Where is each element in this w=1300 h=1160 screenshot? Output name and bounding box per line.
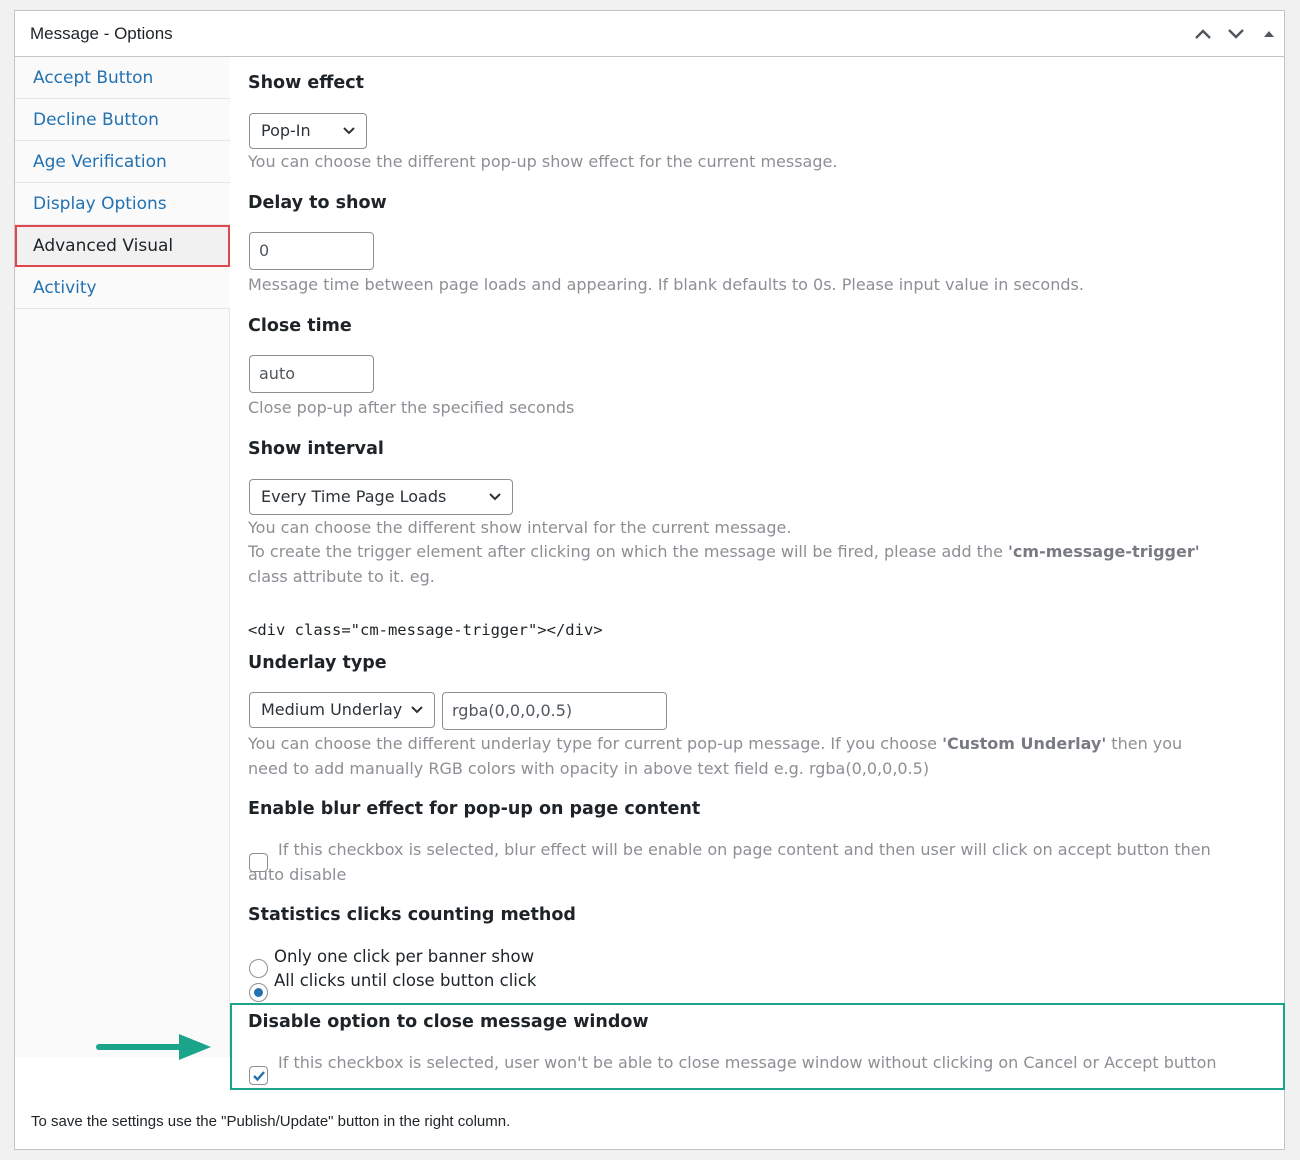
stats-option-label: All clicks until close button click (274, 971, 537, 990)
blur-desc-2: auto disable (248, 865, 347, 884)
radio-selected-dot (254, 988, 263, 997)
save-hint: To save the settings use the "Publish/Up… (31, 1113, 511, 1130)
chevron-down-icon (489, 493, 501, 501)
underlay-desc-text-end: then you (1106, 734, 1183, 753)
show-interval-value: Every Time Page Loads (261, 487, 447, 506)
disable-close-highlight (230, 1003, 1285, 1090)
stats-option-label: Only one click per banner show (274, 947, 535, 966)
delay-value: 0 (259, 241, 270, 260)
delay-desc: Message time between page loads and appe… (248, 275, 1084, 294)
arrow-right-icon (96, 1034, 211, 1060)
triangle-up-icon[interactable] (1258, 23, 1280, 45)
custom-underlay-label: 'Custom Underlay' (942, 734, 1107, 753)
show-effect-heading: Show effect (248, 73, 364, 93)
trigger-code-sample: <div class="cm-message-trigger"></div> (248, 621, 603, 639)
sidebar-item-label: Advanced Visual (33, 236, 174, 256)
sidebar-item-display-options[interactable]: Display Options (15, 183, 230, 225)
close-time-heading: Close time (248, 316, 352, 336)
delay-heading: Delay to show (248, 193, 387, 213)
show-effect-select[interactable]: Pop-In (249, 113, 367, 149)
close-time-value: auto (259, 364, 296, 383)
sidebar-item-age-verification[interactable]: Age Verification (15, 141, 230, 183)
panel-title: Message - Options (30, 24, 173, 43)
chevron-up-icon[interactable] (1192, 23, 1214, 45)
underlay-color-value: rgba(0,0,0,0.5) (452, 701, 573, 720)
show-interval-class-desc: class attribute to it. eg. (248, 567, 435, 586)
underlay-value: Medium Underlay (261, 700, 403, 719)
sidebar-item-label: Display Options (33, 194, 167, 214)
sidebar-item-activity[interactable]: Activity (15, 267, 230, 309)
chevron-down-icon (411, 706, 423, 714)
delay-input[interactable]: 0 (249, 232, 374, 270)
underlay-heading: Underlay type (248, 653, 387, 673)
close-time-desc: Close pop-up after the specified seconds (248, 398, 575, 417)
sidebar-item-decline-button[interactable]: Decline Button (15, 99, 230, 141)
show-interval-trigger-desc: To create the trigger element after clic… (248, 540, 1200, 564)
underlay-select[interactable]: Medium Underlay (249, 692, 435, 728)
trigger-class-name: 'cm-message-trigger' (1008, 542, 1200, 561)
underlay-desc-text: You can choose the different underlay ty… (248, 734, 943, 753)
show-interval-select[interactable]: Every Time Page Loads (249, 479, 513, 515)
message-options-panel: Message - Options Accept Button Decline … (14, 10, 1285, 1150)
stats-radio-one-click[interactable] (249, 959, 268, 978)
sidebar-item-advanced-visual[interactable]: Advanced Visual (15, 225, 230, 267)
stats-heading: Statistics clicks counting method (248, 905, 576, 925)
show-interval-heading: Show interval (248, 439, 384, 459)
underlay-desc: You can choose the different underlay ty… (248, 732, 1182, 756)
options-sidebar: Accept Button Decline Button Age Verific… (15, 57, 230, 1057)
sidebar-item-label: Activity (33, 278, 97, 298)
panel-header: Message - Options (15, 11, 1284, 57)
sidebar-item-label: Decline Button (33, 110, 159, 130)
chevron-down-icon (343, 127, 355, 135)
blur-desc: If this checkbox is selected, blur effec… (278, 840, 1211, 859)
close-time-input[interactable]: auto (249, 355, 374, 393)
show-effect-value: Pop-In (261, 121, 311, 140)
show-effect-desc: You can choose the different pop-up show… (248, 152, 838, 171)
stats-radio-all-clicks[interactable] (249, 983, 268, 1002)
sidebar-item-accept-button[interactable]: Accept Button (15, 57, 230, 99)
blur-heading: Enable blur effect for pop-up on page co… (248, 799, 701, 819)
trigger-desc-text: To create the trigger element after clic… (248, 542, 1009, 561)
chevron-down-icon[interactable] (1225, 23, 1247, 45)
show-interval-desc: You can choose the different show interv… (248, 518, 792, 537)
underlay-color-input[interactable]: rgba(0,0,0,0.5) (442, 692, 667, 730)
sidebar-item-label: Age Verification (33, 152, 167, 172)
underlay-desc-2: need to add manually RGB colors with opa… (248, 759, 930, 778)
sidebar-item-label: Accept Button (33, 68, 154, 88)
